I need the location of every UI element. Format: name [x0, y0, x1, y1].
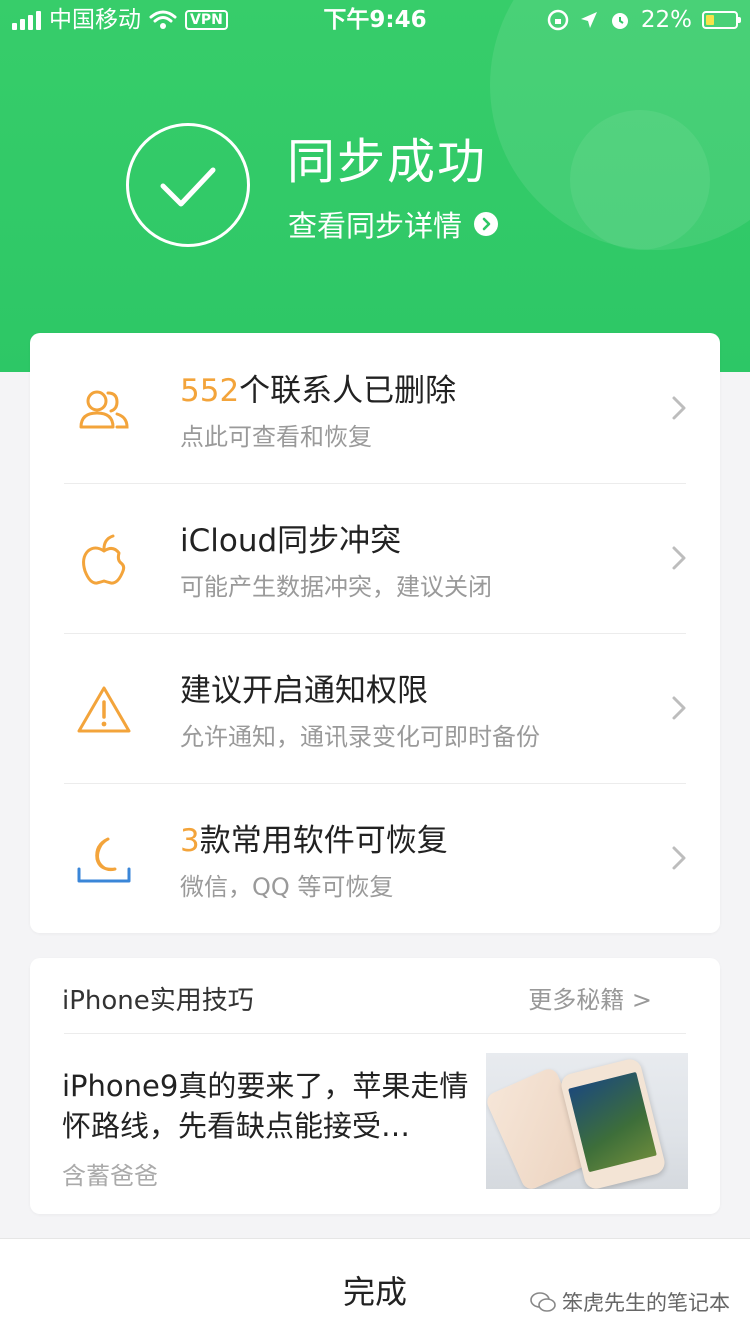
- list-item-notification-permission[interactable]: 建议开启通知权限 允许通知，通讯录变化可即时备份: [30, 633, 720, 783]
- watermark: 笨虎先生的笔记本: [530, 1287, 730, 1317]
- location-icon: [580, 12, 597, 28]
- more-tips-link[interactable]: 更多秘籍 >: [528, 980, 652, 1015]
- chevron-right-circle-icon: [474, 212, 499, 236]
- article-thumbnail: [486, 1053, 688, 1189]
- watermark-text: 笨虎先生的笔记本: [562, 1291, 730, 1315]
- item-title: 3款常用软件可恢复: [180, 823, 448, 859]
- chevron-right-icon: [672, 696, 686, 720]
- article-title: iPhone9真的要来了，苹果走情怀路线，先看缺点能接受…: [62, 1069, 469, 1143]
- success-check-icon: [126, 123, 250, 247]
- hero-title: 同步成功: [287, 134, 488, 190]
- article-author: 含蓄爸爸: [62, 1162, 158, 1190]
- battery-icon: [702, 11, 741, 29]
- item-subtitle: 微信，QQ 等可恢复: [180, 873, 394, 901]
- restore-icon: [77, 837, 131, 883]
- list-item-recoverable-apps[interactable]: 3款常用软件可恢复 微信，QQ 等可恢复: [30, 783, 720, 933]
- sync-results-card: 552个联系人已删除 点此可查看和恢复 iCloud同步冲突 可能产生数据冲突，…: [30, 333, 720, 933]
- view-sync-details-link[interactable]: 查看同步详情: [288, 203, 499, 245]
- chevron-right-icon: [672, 396, 686, 420]
- item-title: iCloud同步冲突: [180, 523, 402, 559]
- view-sync-details-label: 查看同步详情: [288, 209, 463, 243]
- warning-icon: [77, 686, 131, 733]
- tips-section-title: iPhone实用技巧: [62, 986, 254, 1016]
- divider: [64, 1033, 686, 1034]
- chevron-right-icon: [672, 546, 686, 570]
- tips-card: iPhone实用技巧 更多秘籍 > iPhone9真的要来了，苹果走情怀路线，先…: [30, 958, 720, 1214]
- contacts-icon: [79, 390, 129, 429]
- item-subtitle: 允许通知，通讯录变化可即时备份: [180, 723, 540, 751]
- battery-percent: 22%: [640, 7, 692, 33]
- wechat-icon: [530, 1292, 556, 1312]
- alarm-icon: [611, 13, 628, 29]
- item-subtitle: 可能产生数据冲突，建议关闭: [180, 573, 492, 601]
- status-bar: 中国移动 VPN 下午9:46 22%: [0, 0, 750, 40]
- chevron-right-icon: [672, 846, 686, 870]
- decorative-blob: [570, 110, 710, 250]
- rotation-lock-icon: [547, 9, 569, 31]
- item-title: 552个联系人已删除: [180, 373, 457, 409]
- item-title: 建议开启通知权限: [180, 673, 428, 709]
- item-subtitle: 点此可查看和恢复: [180, 423, 372, 451]
- hero-banner: 中国移动 VPN 下午9:46 22% 同步成功 查看同步详情: [0, 0, 750, 372]
- list-item-deleted-contacts[interactable]: 552个联系人已删除 点此可查看和恢复: [30, 333, 720, 483]
- list-item-icloud-conflict[interactable]: iCloud同步冲突 可能产生数据冲突，建议关闭: [30, 483, 720, 633]
- apple-icon: [82, 534, 126, 585]
- footer-bar: 完成 笨虎先生的笔记本: [0, 1238, 750, 1335]
